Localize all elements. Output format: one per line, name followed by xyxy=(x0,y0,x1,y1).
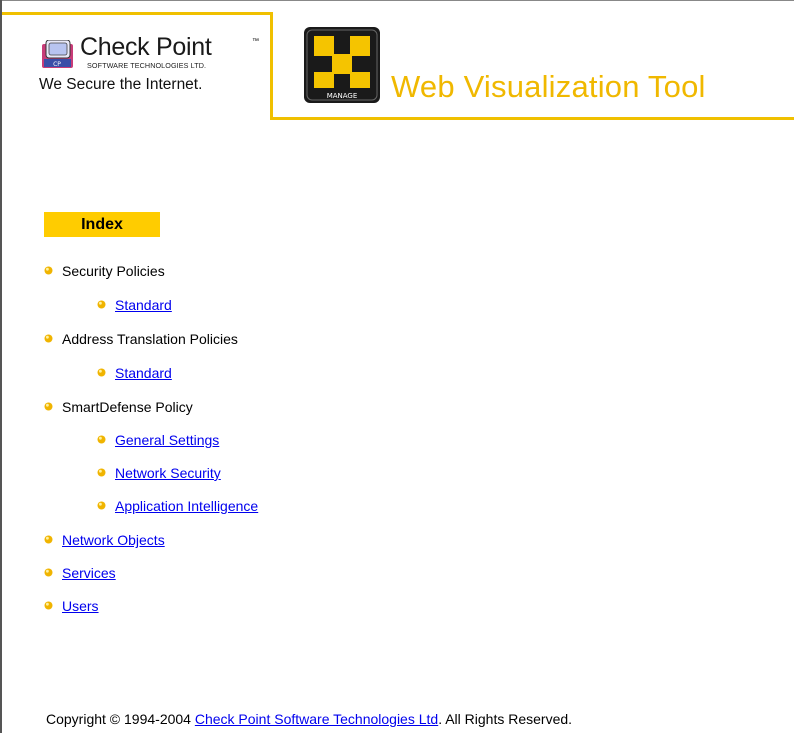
list-item-smartdefense: SmartDefense Policy xyxy=(44,398,193,416)
bullet-icon xyxy=(44,568,54,578)
link-network-objects[interactable]: Network Objects xyxy=(62,532,165,548)
section-label-address-translation: Address Translation Policies xyxy=(62,331,238,347)
section-label-smartdefense: SmartDefense Policy xyxy=(62,399,193,415)
bullet-icon xyxy=(44,601,54,611)
link-application-intelligence[interactable]: Application Intelligence xyxy=(115,498,258,514)
bullet-icon xyxy=(97,368,107,378)
list-item-network-objects[interactable]: Network Objects xyxy=(44,531,165,549)
page-title: Web Visualization Tool xyxy=(391,69,706,104)
bullet-icon xyxy=(44,334,54,344)
bullet-icon xyxy=(97,435,107,445)
manage-icon: MANAGE xyxy=(304,27,380,103)
header-bottom-rule xyxy=(270,117,794,120)
link-general-settings[interactable]: General Settings xyxy=(115,432,219,448)
check-point-logo: CP Check Point ™ SOFTWARE TECHNOLOGIES L… xyxy=(32,33,272,107)
copyright-prefix: Copyright © 1994-2004 xyxy=(46,711,195,727)
link-network-security[interactable]: Network Security xyxy=(115,465,221,481)
company-tagline: We Secure the Internet. xyxy=(39,76,203,93)
bullet-icon xyxy=(97,300,107,310)
copyright-footer: Copyright © 1994-2004 Check Point Softwa… xyxy=(46,711,572,727)
list-item-network-security[interactable]: Network Security xyxy=(97,464,221,482)
list-item-application-intelligence[interactable]: Application Intelligence xyxy=(97,497,258,515)
company-subtitle: SOFTWARE TECHNOLOGIES LTD. xyxy=(87,61,207,70)
link-users[interactable]: Users xyxy=(62,598,99,614)
copyright-suffix: . All Rights Reserved. xyxy=(438,711,573,727)
list-item-services[interactable]: Services xyxy=(44,564,116,582)
list-item-security-policies: Security Policies xyxy=(44,262,165,280)
company-link[interactable]: Check Point Software Technologies Ltd xyxy=(195,711,438,727)
bullet-icon xyxy=(97,501,107,511)
section-label-security-policies: Security Policies xyxy=(62,263,165,279)
header-top-rule xyxy=(2,12,271,15)
list-item-nat-standard[interactable]: Standard xyxy=(97,364,172,382)
company-name: Check Point xyxy=(80,33,212,61)
svg-text:CP: CP xyxy=(53,61,61,68)
bullet-icon xyxy=(44,535,54,545)
window-top-border xyxy=(0,0,794,1)
bullet-icon xyxy=(44,266,54,276)
link-services[interactable]: Services xyxy=(62,565,116,581)
list-item-general-settings[interactable]: General Settings xyxy=(97,431,219,449)
bullet-icon xyxy=(44,402,54,412)
check-point-emblem-icon: CP xyxy=(42,40,73,68)
link-security-standard[interactable]: Standard xyxy=(115,297,172,313)
manage-icon-label: MANAGE xyxy=(327,92,358,100)
window-left-border xyxy=(0,0,2,733)
list-item-security-standard[interactable]: Standard xyxy=(97,296,172,314)
list-item-address-translation: Address Translation Policies xyxy=(44,330,238,348)
list-item-users[interactable]: Users xyxy=(44,597,99,615)
trademark-symbol: ™ xyxy=(252,38,259,45)
link-nat-standard[interactable]: Standard xyxy=(115,365,172,381)
bullet-icon xyxy=(97,468,107,478)
index-heading: Index xyxy=(44,212,160,237)
